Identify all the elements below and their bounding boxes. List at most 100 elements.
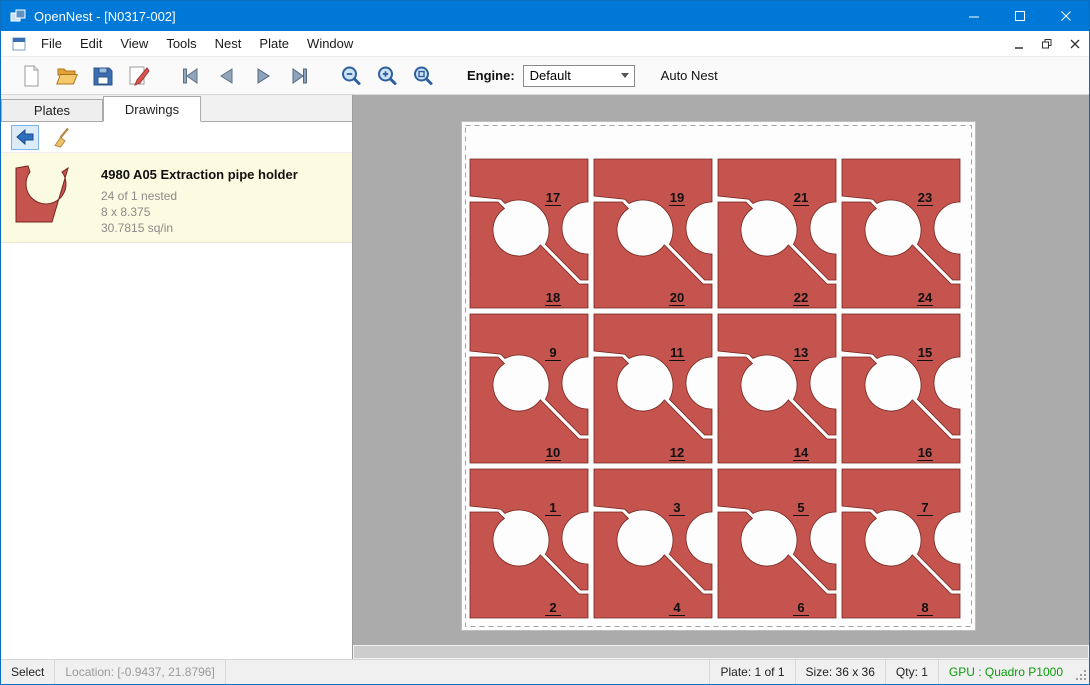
- engine-label: Engine:: [467, 68, 515, 83]
- window-caption-buttons: [951, 1, 1089, 31]
- open-button[interactable]: [49, 60, 85, 92]
- drawing-area: 30.7815 sq/in: [101, 220, 298, 236]
- new-button[interactable]: [13, 60, 49, 92]
- engine-selected-value: Default: [530, 68, 571, 83]
- part-number: 13: [794, 345, 808, 360]
- part-number: 5: [797, 500, 804, 515]
- child-window-icon[interactable]: [11, 36, 27, 52]
- status-gpu: GPU : Quadro P1000: [939, 660, 1073, 684]
- part-number: 3: [673, 500, 680, 515]
- broom-icon: [51, 126, 73, 148]
- status-separator: [225, 660, 226, 684]
- part-number: 16: [918, 445, 932, 460]
- part-number: 15: [918, 345, 932, 360]
- drawing-size: 8 x 8.375: [101, 204, 298, 220]
- nest-canvas[interactable]: 171819202122232491011121314151612345678: [353, 95, 1089, 659]
- clear-button[interactable]: [48, 125, 76, 150]
- zoom-out-icon: [339, 64, 363, 88]
- menu-bar: File Edit View Tools Nest Plate Window: [1, 31, 1089, 57]
- menu-window[interactable]: Window: [298, 31, 362, 56]
- menu-plate[interactable]: Plate: [250, 31, 298, 56]
- part-number: 18: [546, 290, 560, 305]
- save-as-icon: [127, 64, 151, 88]
- zoom-in-button[interactable]: [369, 60, 405, 92]
- part-number: 17: [546, 190, 560, 205]
- content-area: Plates Drawings 4980 A05 Extraction pipe…: [1, 95, 1089, 659]
- mdi-close-icon: [1068, 37, 1082, 51]
- engine-select[interactable]: Default: [523, 65, 635, 87]
- first-icon: [179, 64, 203, 88]
- status-plate: Plate: 1 of 1: [710, 660, 794, 684]
- part-number: 2: [549, 600, 556, 615]
- part-number: 6: [797, 600, 804, 615]
- part-number: 4: [673, 600, 681, 615]
- previous-plate-button[interactable]: [209, 60, 245, 92]
- auto-nest-button[interactable]: Auto Nest: [661, 68, 718, 83]
- menu-nest[interactable]: Nest: [206, 31, 251, 56]
- title-bar[interactable]: OpenNest - [N0317-002]: [1, 1, 1089, 31]
- status-size: Size: 36 x 36: [796, 660, 885, 684]
- next-icon: [251, 64, 275, 88]
- close-button[interactable]: [1043, 1, 1089, 31]
- status-location: Location: [-0.9437, 21.8796]: [55, 660, 224, 684]
- part-number: 10: [546, 445, 560, 460]
- drawings-toolbar: [1, 122, 352, 153]
- drawing-info: 4980 A05 Extraction pipe holder 24 of 1 …: [101, 162, 298, 233]
- arrow-left-icon: [14, 126, 36, 148]
- menu-view[interactable]: View: [111, 31, 157, 56]
- last-icon: [287, 64, 311, 88]
- mdi-restore-icon: [1040, 37, 1054, 51]
- zoom-fit-icon: [411, 64, 435, 88]
- mdi-close-button[interactable]: [1061, 31, 1089, 56]
- drawing-thumbnail: [9, 162, 101, 233]
- drawing-list-item[interactable]: 4980 A05 Extraction pipe holder 24 of 1 …: [1, 153, 352, 243]
- save-button[interactable]: [85, 60, 121, 92]
- zoom-out-button[interactable]: [333, 60, 369, 92]
- part-number: 19: [670, 190, 684, 205]
- minimize-icon: [968, 10, 980, 22]
- tab-drawings[interactable]: Drawings: [103, 96, 201, 122]
- maximize-button[interactable]: [997, 1, 1043, 31]
- part-number: 23: [918, 190, 932, 205]
- minimize-button[interactable]: [951, 1, 997, 31]
- resize-grip[interactable]: [1073, 660, 1089, 684]
- mdi-minimize-button[interactable]: [1005, 31, 1033, 56]
- save-as-button[interactable]: [121, 60, 157, 92]
- plate-view[interactable]: 171819202122232491011121314151612345678: [461, 121, 976, 631]
- maximize-icon: [1014, 10, 1026, 22]
- main-toolbar: Engine: Default Auto Nest: [1, 57, 1089, 95]
- menu-tools[interactable]: Tools: [157, 31, 205, 56]
- part-number: 14: [794, 445, 809, 460]
- sidebar-tabstrip: Plates Drawings: [1, 95, 352, 122]
- part-number: 8: [921, 600, 928, 615]
- menu-file[interactable]: File: [32, 31, 71, 56]
- first-plate-button[interactable]: [173, 60, 209, 92]
- open-folder-icon: [55, 64, 79, 88]
- previous-icon: [215, 64, 239, 88]
- app-icon: [10, 8, 26, 24]
- mdi-minimize-icon: [1012, 37, 1026, 51]
- app-window: OpenNest - [N0317-002] File Edit View To…: [0, 0, 1090, 685]
- scrollbar-thumb[interactable]: [354, 646, 1088, 658]
- part-number: 24: [918, 290, 933, 305]
- zoom-fit-button[interactable]: [405, 60, 441, 92]
- chevron-down-icon: [621, 73, 629, 78]
- menu-edit[interactable]: Edit: [71, 31, 111, 56]
- part-number: 20: [670, 290, 684, 305]
- drawing-nested-count: 24 of 1 nested: [101, 188, 298, 204]
- drawing-title: 4980 A05 Extraction pipe holder: [101, 167, 298, 182]
- resize-grip-icon: [1075, 669, 1087, 682]
- part-number: 9: [549, 345, 556, 360]
- send-to-nest-button[interactable]: [11, 125, 39, 150]
- zoom-in-icon: [375, 64, 399, 88]
- part-preview-shape: [16, 166, 68, 222]
- next-plate-button[interactable]: [245, 60, 281, 92]
- tab-plates[interactable]: Plates: [1, 99, 103, 121]
- part-number: 1: [549, 500, 556, 515]
- mdi-restore-button[interactable]: [1033, 31, 1061, 56]
- status-bar: Select Location: [-0.9437, 21.8796] Plat…: [1, 659, 1089, 684]
- new-file-icon: [19, 64, 43, 88]
- last-plate-button[interactable]: [281, 60, 317, 92]
- status-qty: Qty: 1: [886, 660, 938, 684]
- horizontal-scrollbar[interactable]: [353, 645, 1089, 659]
